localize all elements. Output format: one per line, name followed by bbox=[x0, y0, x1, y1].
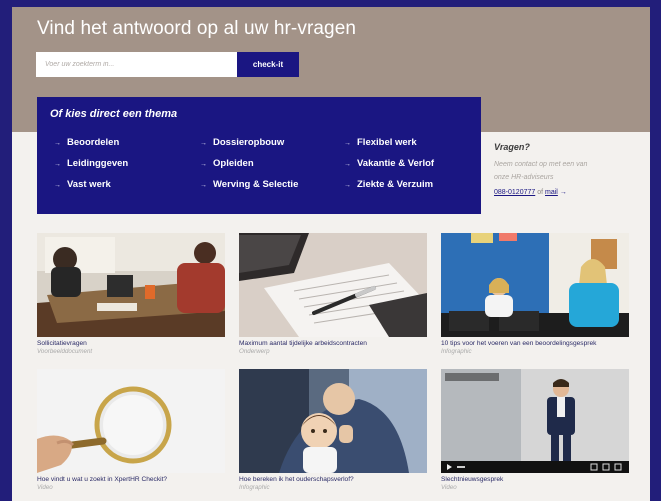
content-card[interactable]: Slechtnieuwsgesprek Video bbox=[441, 369, 629, 491]
theme-link-flexibel-werk[interactable]: → Flexibel werk bbox=[344, 137, 417, 148]
arrow-right-icon: → bbox=[559, 189, 567, 196]
contact-text-line: Neem contact op met een van bbox=[494, 161, 588, 168]
card-thumbnail[interactable] bbox=[239, 233, 427, 337]
card-type: Infographic bbox=[239, 484, 270, 491]
search-input[interactable] bbox=[36, 52, 237, 77]
theme-link-opleiden[interactable]: → Opleiden bbox=[200, 158, 254, 169]
contact-or: of bbox=[537, 189, 544, 196]
page-title: Vind het antwoord op al uw hr-vragen bbox=[37, 18, 357, 39]
arrow-right-icon: → bbox=[344, 140, 351, 147]
arrow-right-icon: → bbox=[200, 182, 207, 189]
arrow-right-icon: → bbox=[344, 182, 351, 189]
content-card[interactable]: Sollicitatievragen Voorbeelddocument bbox=[37, 233, 225, 355]
theme-link-label: Ziekte & Verzuim bbox=[357, 179, 434, 190]
theme-link-dossieropbouw[interactable]: → Dossieropbouw bbox=[200, 137, 284, 148]
card-title[interactable]: Hoe vindt u wat u zoekt in XpertHR Check… bbox=[37, 476, 225, 483]
video-thumbnail[interactable] bbox=[441, 369, 629, 473]
theme-link-werving-selectie[interactable]: → Werving & Selectie bbox=[200, 179, 298, 190]
card-title[interactable]: Maximum aantal tijdelijke arbeidscontrac… bbox=[239, 340, 427, 347]
contact-links: 088-0120777 of mail → bbox=[494, 189, 644, 196]
contact-text-line: onze HR-adviseurs bbox=[494, 174, 554, 181]
contact-title: Vragen? bbox=[494, 142, 530, 152]
theme-link-vakantie-verlof[interactable]: → Vakantie & Verlof bbox=[344, 158, 434, 169]
content-card[interactable]: 10 tips voor het voeren van een beoordel… bbox=[441, 233, 629, 355]
content-card[interactable]: Hoe bereken ik het ouderschapsverlof? In… bbox=[239, 369, 427, 491]
card-type: Infographic bbox=[441, 348, 472, 355]
card-title[interactable]: Hoe bereken ik het ouderschapsverlof? bbox=[239, 476, 427, 483]
search-button[interactable]: check-it bbox=[237, 52, 299, 77]
card-title[interactable]: 10 tips voor het voeren van een beoordel… bbox=[441, 340, 629, 347]
theme-link-beoordelen[interactable]: → Beoordelen bbox=[54, 137, 119, 148]
arrow-right-icon: → bbox=[54, 182, 61, 189]
theme-link-label: Vakantie & Verlof bbox=[357, 158, 435, 169]
card-thumbnail[interactable] bbox=[37, 233, 225, 337]
theme-link-label: Beoordelen bbox=[67, 137, 120, 148]
theme-link-label: Leidinggeven bbox=[67, 158, 129, 169]
card-type: Video bbox=[441, 484, 457, 491]
arrow-right-icon: → bbox=[54, 161, 61, 168]
card-type: Video bbox=[37, 484, 53, 491]
card-title[interactable]: Sollicitatievragen bbox=[37, 340, 225, 347]
contact-text: Neem contact op met een van onze HR-advi… bbox=[494, 158, 644, 184]
theme-link-label: Werving & Selectie bbox=[213, 179, 299, 190]
theme-panel-title: Of kies direct een thema bbox=[50, 108, 178, 120]
card-thumbnail[interactable] bbox=[37, 369, 225, 473]
theme-link-label: Vast werk bbox=[67, 179, 111, 190]
theme-link-ziekte-verzuim[interactable]: → Ziekte & Verzuim bbox=[344, 179, 433, 190]
theme-link-label: Dossieropbouw bbox=[213, 137, 285, 148]
card-type: Voorbeelddocument bbox=[37, 348, 93, 355]
card-thumbnail[interactable] bbox=[239, 369, 427, 473]
mail-link[interactable]: mail bbox=[545, 189, 558, 196]
page: Vind het antwoord op al uw hr-vragen che… bbox=[12, 7, 650, 501]
arrow-right-icon: → bbox=[344, 161, 351, 168]
contact-panel: Vragen? Neem contact op met een van onze… bbox=[494, 142, 644, 196]
content-card[interactable]: Hoe vindt u wat u zoekt in XpertHR Check… bbox=[37, 369, 225, 491]
theme-panel: Of kies direct een thema → Beoordelen → Le… bbox=[37, 97, 481, 214]
theme-link-leidinggeven[interactable]: → Leidinggeven bbox=[54, 158, 128, 169]
card-thumbnail[interactable] bbox=[441, 233, 629, 337]
theme-link-vast-werk[interactable]: → Vast werk bbox=[54, 179, 111, 190]
arrow-right-icon: → bbox=[200, 140, 207, 147]
content-card[interactable]: Maximum aantal tijdelijke arbeidscontrac… bbox=[239, 233, 427, 355]
arrow-right-icon: → bbox=[54, 140, 61, 147]
theme-link-label: Flexibel werk bbox=[357, 137, 417, 148]
card-type: Onderwerp bbox=[239, 348, 270, 355]
phone-link[interactable]: 088-0120777 bbox=[494, 189, 535, 196]
card-title[interactable]: Slechtnieuwsgesprek bbox=[441, 476, 629, 483]
arrow-right-icon: → bbox=[200, 161, 207, 168]
theme-link-label: Opleiden bbox=[213, 158, 254, 169]
